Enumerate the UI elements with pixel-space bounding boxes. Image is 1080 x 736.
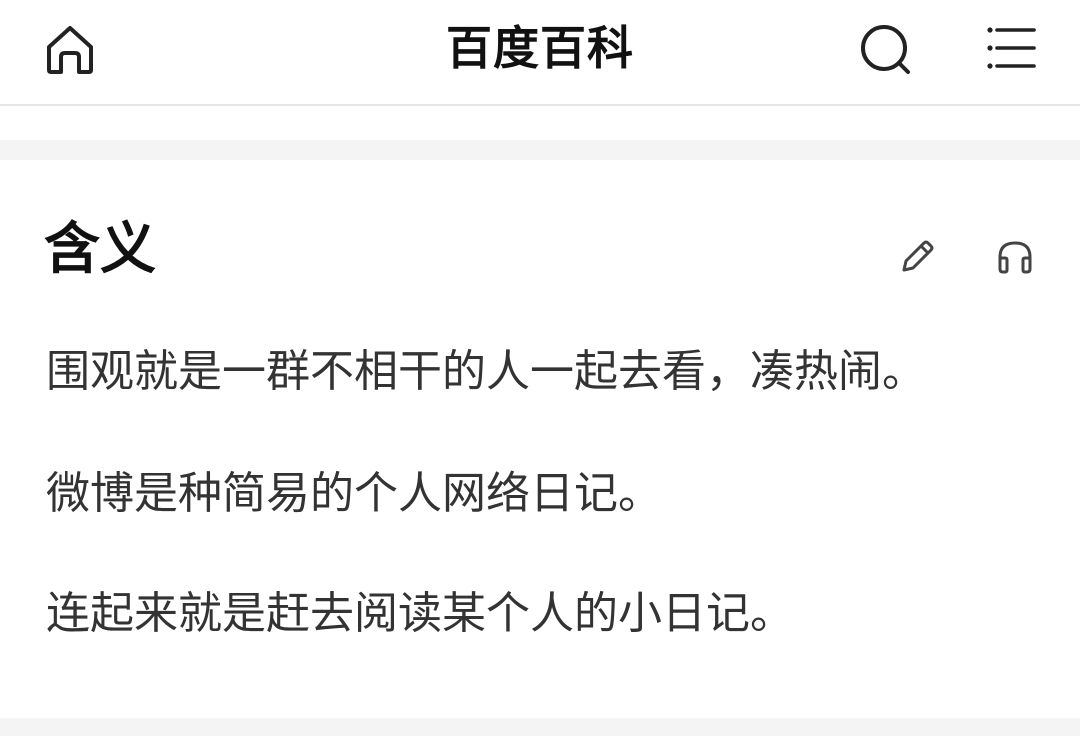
search-icon [861,25,910,74]
search-button[interactable] [856,20,916,80]
page: 百度百科 含义 围观就是一群不相干的人一起去看，凑热闹。 微博是种简易的个人网络… [0,0,1080,736]
pencil-icon [902,240,934,272]
header-spacer [0,106,1080,140]
headphones-icon [998,241,1032,274]
section-title: 含义 [44,217,156,282]
top-bar: 百度百科 [0,0,1080,106]
page-title: 百度百科 [446,21,634,75]
section-divider-bottom [0,718,1080,736]
edit-button[interactable] [894,234,940,280]
paragraph: 围观就是一群不相干的人一起去看，凑热闹。 [46,346,926,397]
menu-icon [987,27,1036,69]
listen-button[interactable] [992,234,1038,280]
paragraph: 连起来就是赶去阅读某个人的小日记。 [46,588,794,639]
paragraph: 微博是种简易的个人网络日记。 [46,468,662,519]
section-divider-top [0,140,1080,160]
meaning-section: 含义 围观就是一群不相干的人一起去看，凑热闹。 微博是种简易的个人网络日记。 连… [0,160,1080,718]
menu-button[interactable] [982,20,1042,80]
